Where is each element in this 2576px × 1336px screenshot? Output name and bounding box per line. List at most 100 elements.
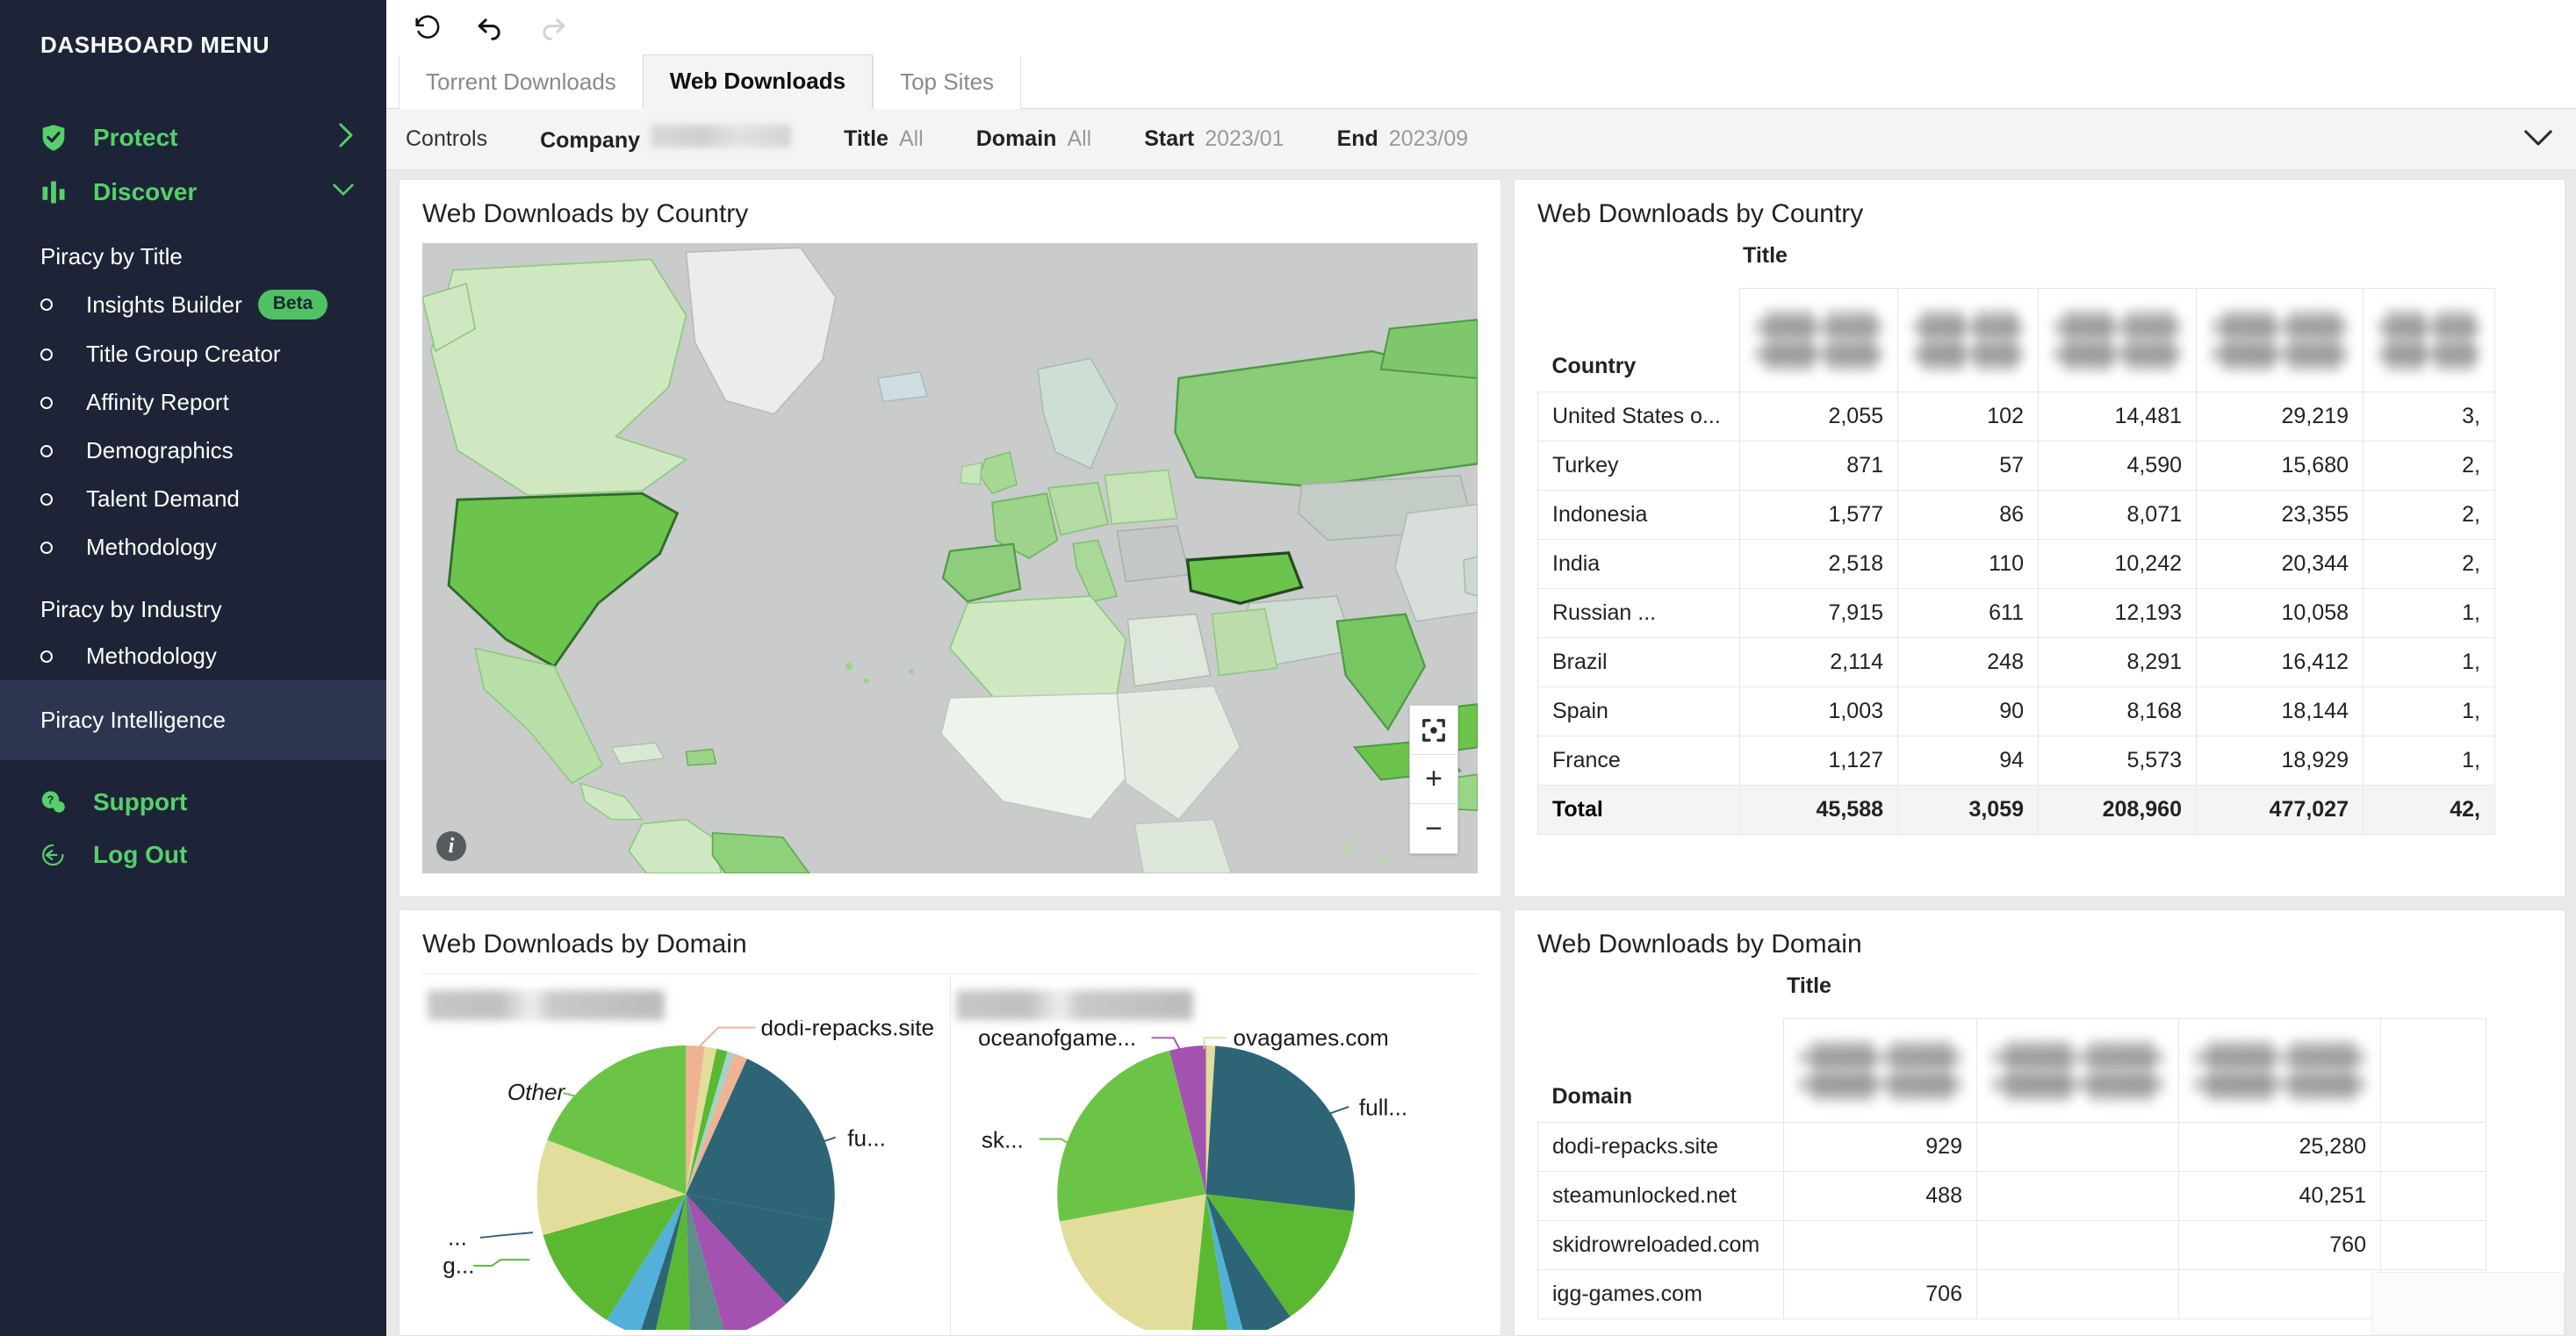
sidebar-item-demographics[interactable]: Demographics xyxy=(0,427,386,475)
total-value: 42, xyxy=(2363,785,2495,835)
controls-label: Controls xyxy=(406,126,488,151)
country-value: 871 xyxy=(1739,441,1898,491)
table-row[interactable]: dodi-repacks.site 929 25,280 xyxy=(1537,1122,2486,1172)
filter-end-date[interactable]: End 2023/09 xyxy=(1337,126,1469,152)
sidebar-item-discover[interactable]: Discover xyxy=(0,166,386,219)
table-row[interactable]: Russian ... 7,915 611 12,193 10,058 1, xyxy=(1537,588,2495,638)
sidebar-group-piracy-by-title: Piracy by Title xyxy=(40,243,183,269)
domain-col-header-2[interactable] xyxy=(1976,1018,2179,1123)
pie-label: ovagames.com xyxy=(1233,1024,1388,1051)
logout-icon xyxy=(40,842,76,868)
domain-col-header-4[interactable] xyxy=(2380,1018,2486,1123)
country-value: 110 xyxy=(1897,539,2039,589)
country-table-scroll[interactable]: Country United States o... 2,055 102 14,… xyxy=(1515,288,2565,896)
country-value: 1,127 xyxy=(1739,736,1898,786)
table-row[interactable]: steamunlocked.net 488 40,251 xyxy=(1537,1171,2486,1221)
table-row[interactable]: Indonesia 1,577 86 8,071 23,355 2, xyxy=(1537,490,2495,540)
sidebar-primary-nav: Protect Discover xyxy=(0,110,386,219)
country-value: 2, xyxy=(2363,539,2495,589)
country-name: India xyxy=(1537,539,1740,589)
chat-help-icon: ? xyxy=(40,789,76,815)
country-name: France xyxy=(1537,736,1740,786)
redacted-header-icon xyxy=(2378,309,2480,371)
pie-label: dodi-repacks.site xyxy=(760,1020,934,1040)
sidebar-item-methodology-industry[interactable]: Methodology xyxy=(0,632,386,680)
sidebar-item-label: Log Out xyxy=(93,841,188,868)
sidebar-item-label: Methodology xyxy=(86,643,217,669)
redacted-header-icon xyxy=(2053,309,2182,371)
map-info-icon[interactable]: i xyxy=(436,831,466,861)
domain-value xyxy=(2380,1171,2486,1221)
country-value: 2,518 xyxy=(1739,539,1898,589)
filter-start-date[interactable]: Start 2023/01 xyxy=(1144,126,1284,152)
domain-pies-row: dodi-repacks.site fu... Other ... g... o… xyxy=(422,973,1478,1335)
country-col-header-3[interactable] xyxy=(2038,288,2197,392)
filter-end-value: 2023/09 xyxy=(1388,126,1469,151)
map-panel: Web Downloads by Country i + − xyxy=(399,179,1501,897)
sidebar-item-methodology-title[interactable]: Methodology xyxy=(0,523,386,571)
filter-domain-label: Domain xyxy=(975,126,1057,151)
undo-icon[interactable] xyxy=(469,6,511,48)
map-recenter-icon[interactable] xyxy=(1410,706,1457,755)
country-value: 94 xyxy=(1897,736,2039,786)
domain-pie-2[interactable]: oceanofgame... ovagames.com full... sk..… xyxy=(950,973,1478,1335)
sidebar-item-piracy-intelligence[interactable]: Piracy Intelligence xyxy=(0,680,386,760)
table-row[interactable]: India 2,518 110 10,242 20,344 2, xyxy=(1537,539,2495,589)
country-col-header-5[interactable] xyxy=(2363,288,2495,392)
bullet-icon xyxy=(40,541,53,554)
country-value: 14,481 xyxy=(2038,391,2197,442)
table-row[interactable]: Spain 1,003 90 8,168 18,144 1, xyxy=(1537,686,2495,736)
filter-domain-value: All xyxy=(1067,126,1092,151)
country-col-header-4[interactable] xyxy=(2196,288,2364,392)
country-value: 1, xyxy=(2363,588,2495,638)
sidebar-item-support[interactable]: ? Support xyxy=(0,776,386,829)
sidebar-item-log-out[interactable]: Log Out xyxy=(0,829,386,881)
domain-col-header-1[interactable] xyxy=(1783,1018,1977,1123)
controls-collapse-chevron-down-icon[interactable] xyxy=(2523,125,2553,154)
redacted-title-icon xyxy=(955,990,1193,1020)
sidebar-item-insights-builder[interactable]: Insights Builder Beta xyxy=(0,279,386,330)
map-zoom-out-button[interactable]: − xyxy=(1410,804,1457,853)
sidebar-item-affinity-report[interactable]: Affinity Report xyxy=(0,378,386,427)
table-row[interactable]: Brazil 2,114 248 8,291 16,412 1, xyxy=(1537,637,2495,687)
map-zoom-in-button[interactable]: + xyxy=(1410,755,1457,804)
sidebar-item-protect[interactable]: Protect xyxy=(0,110,386,166)
filter-company[interactable]: Company xyxy=(540,125,791,154)
domain-pie-1[interactable]: dodi-repacks.site fu... Other ... g... xyxy=(422,973,951,1335)
bullet-icon xyxy=(40,492,53,506)
table-row[interactable]: France 1,127 94 5,573 18,929 1, xyxy=(1537,736,2495,786)
country-value: 7,915 xyxy=(1739,588,1898,638)
table-row[interactable]: igg-games.com 706 xyxy=(1537,1269,2486,1319)
domain-value xyxy=(1783,1220,1977,1270)
tab-top-sites[interactable]: Top Sites xyxy=(873,56,1022,109)
tab-web-downloads[interactable]: Web Downloads xyxy=(642,54,874,109)
dashboard-app: DASHBOARD MENU Protect Discover Piracy b… xyxy=(0,0,2576,1336)
country-value: 18,929 xyxy=(2196,736,2364,786)
country-value: 10,058 xyxy=(2196,588,2364,638)
sidebar-item-label: Insights Builder xyxy=(86,291,242,318)
table-row[interactable]: Turkey 871 57 4,590 15,680 2, xyxy=(1537,441,2495,491)
sidebar-title: DASHBOARD MENU xyxy=(40,32,270,58)
pie-label: g... xyxy=(443,1253,474,1279)
tab-torrent-downloads[interactable]: Torrent Downloads xyxy=(399,56,643,109)
sidebar-item-talent-demand[interactable]: Talent Demand xyxy=(0,475,386,523)
table-row[interactable]: skidrowreloaded.com 760 xyxy=(1537,1220,2486,1270)
filter-domain[interactable]: Domain All xyxy=(976,126,1091,152)
filter-start-label: Start xyxy=(1144,126,1195,151)
country-col-header-2[interactable] xyxy=(1897,288,2039,392)
country-value: 2, xyxy=(2363,490,2495,540)
country-value: 3, xyxy=(2363,391,2495,442)
redo-icon xyxy=(532,6,574,48)
world-map[interactable]: i + − xyxy=(422,243,1478,873)
filter-title[interactable]: Title All xyxy=(844,126,924,152)
domain-pie-2-svg: oceanofgame... ovagames.com full... sk..… xyxy=(977,1024,1407,1330)
sidebar-item-title-group-creator[interactable]: Title Group Creator xyxy=(0,330,386,378)
filter-company-label: Company xyxy=(540,128,640,153)
domain-col-header-3[interactable] xyxy=(2178,1018,2381,1123)
country-value: 23,355 xyxy=(2196,490,2364,540)
revert-icon[interactable] xyxy=(406,6,448,48)
country-col-header-1[interactable] xyxy=(1739,288,1898,392)
table-row[interactable]: United States o... 2,055 102 14,481 29,2… xyxy=(1537,391,2495,442)
sidebar-item-label: Discover xyxy=(93,178,198,205)
country-table-row-header: Country xyxy=(1537,288,1740,392)
